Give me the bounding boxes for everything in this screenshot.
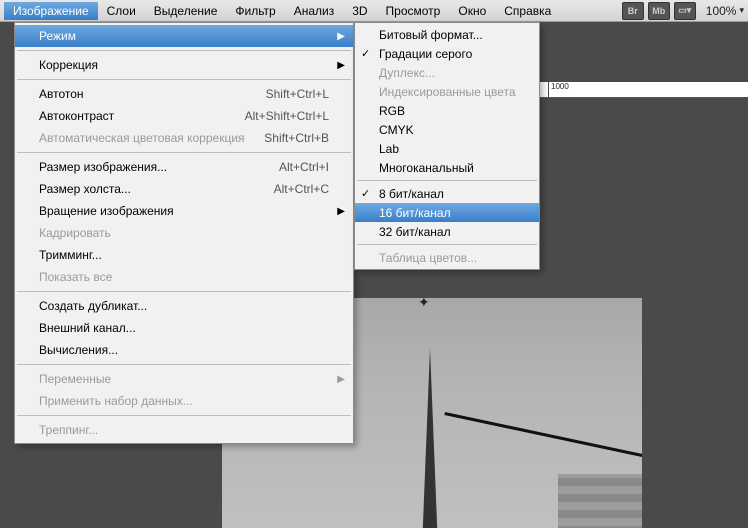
menu-item-label: Применить набор данных...: [39, 394, 329, 408]
image-pixelated-region: [558, 474, 642, 528]
menu-item-imagesize[interactable]: Размер изображения...Alt+Ctrl+I: [15, 156, 353, 178]
menu-item-label: Размер изображения...: [39, 160, 279, 174]
mode-item-colortable: Таблица цветов...: [355, 248, 539, 267]
screenmode-button[interactable]: ▭▾: [674, 2, 696, 20]
menu-item-label: Вычисления...: [39, 343, 329, 357]
menu-item-label: Кадрировать: [39, 226, 329, 240]
mode-item-lab[interactable]: Lab: [355, 139, 539, 158]
menu-item-label: Индексированные цвета: [379, 85, 516, 99]
mode-item-cmyk[interactable]: CMYK: [355, 120, 539, 139]
menu-item-correction[interactable]: Коррекция ▶: [15, 54, 353, 76]
menu-item-label: Внешний канал...: [39, 321, 329, 335]
menu-item-autocontrast[interactable]: АвтоконтрастAlt+Shift+Ctrl+L: [15, 105, 353, 127]
menu-item-applyimage[interactable]: Внешний канал...: [15, 317, 353, 339]
menu-select[interactable]: Выделение: [145, 2, 227, 20]
menu-shortcut: Alt+Ctrl+C: [274, 182, 329, 196]
image-content-cross: ✦: [418, 298, 430, 311]
menu-item-mode[interactable]: Режим ▶: [15, 25, 353, 47]
menu-item-label: Размер холста...: [39, 182, 274, 196]
menu-item-calculations[interactable]: Вычисления...: [15, 339, 353, 361]
menu-item-label: Тримминг...: [39, 248, 329, 262]
menu-item-variables: Переменные ▶: [15, 368, 353, 390]
mode-item-multichannel[interactable]: Многоканальный: [355, 158, 539, 177]
mode-item-indexed: Индексированные цвета: [355, 82, 539, 101]
mode-item-32bit[interactable]: 32 бит/канал: [355, 222, 539, 241]
image-menu-dropdown: Режим ▶ Коррекция ▶ АвтотонShift+Ctrl+L Ав…: [14, 22, 354, 444]
menu-item-label: Многоканальный: [379, 161, 474, 175]
menu-shortcut: Shift+Ctrl+L: [266, 87, 329, 101]
mode-item-bitmap[interactable]: Битовый формат...: [355, 25, 539, 44]
mode-submenu: Битовый формат... ✓ Градации серого Дупле…: [354, 22, 540, 270]
menu-analysis[interactable]: Анализ: [285, 2, 344, 20]
menu-item-label: CMYK: [379, 123, 414, 137]
menu-shortcut: Alt+Ctrl+I: [279, 160, 329, 174]
submenu-arrow-icon: ▶: [337, 31, 345, 42]
menu-layers[interactable]: Слои: [98, 2, 145, 20]
image-content-spire: [422, 348, 438, 528]
bridge-button[interactable]: Br: [622, 2, 644, 20]
menu-item-label: Градации серого: [379, 47, 472, 61]
menu-item-canvassize[interactable]: Размер холста...Alt+Ctrl+C: [15, 178, 353, 200]
submenu-arrow-icon: ▶: [337, 206, 345, 217]
zoom-level[interactable]: 100%▾: [706, 4, 744, 18]
mode-item-duotone: Дуплекс...: [355, 63, 539, 82]
menu-window[interactable]: Окно: [449, 2, 495, 20]
mode-item-8bit[interactable]: ✓ 8 бит/канал: [355, 184, 539, 203]
menu-3d[interactable]: 3D: [343, 2, 376, 20]
menu-item-revealall: Показать все: [15, 266, 353, 288]
menu-item-rotation[interactable]: Вращение изображения ▶: [15, 200, 353, 222]
menu-help[interactable]: Справка: [495, 2, 560, 20]
menu-item-label: RGB: [379, 104, 405, 118]
menu-image[interactable]: Изображение: [4, 2, 98, 20]
menu-shortcut: Alt+Shift+Ctrl+L: [245, 109, 329, 123]
chevron-down-icon: ▾: [739, 5, 744, 16]
menu-item-label: Вращение изображения: [39, 204, 329, 218]
menu-item-label: 32 бит/канал: [379, 225, 451, 239]
ruler-tick: 1000: [548, 82, 569, 97]
menu-item-label: Дуплекс...: [379, 66, 435, 80]
menu-item-duplicate[interactable]: Создать дубликат...: [15, 295, 353, 317]
menu-item-label: Режим: [39, 29, 329, 43]
film-icon: ▭: [678, 5, 687, 16]
menu-item-label: 8 бит/канал: [379, 187, 444, 201]
checkmark-icon: ✓: [361, 47, 370, 60]
submenu-arrow-icon: ▶: [337, 60, 345, 71]
menu-item-label: Битовый формат...: [379, 28, 483, 42]
menu-view[interactable]: Просмотр: [377, 2, 450, 20]
menu-item-autocolor: Автоматическая цветовая коррекцияShift+C…: [15, 127, 353, 149]
menu-item-label: Таблица цветов...: [379, 251, 477, 265]
menu-item-crop: Кадрировать: [15, 222, 353, 244]
zoom-value: 100%: [706, 4, 737, 18]
submenu-arrow-icon: ▶: [337, 374, 345, 385]
menu-item-label: Создать дубликат...: [39, 299, 329, 313]
menu-item-label: Lab: [379, 142, 399, 156]
menu-item-autotone[interactable]: АвтотонShift+Ctrl+L: [15, 83, 353, 105]
menu-item-label: 16 бит/канал: [379, 206, 451, 220]
mode-item-16bit[interactable]: 16 бит/канал: [355, 203, 539, 222]
minibridge-button[interactable]: Mb: [648, 2, 670, 20]
mode-item-rgb[interactable]: RGB: [355, 101, 539, 120]
menu-item-label: Автоматическая цветовая коррекция: [39, 131, 264, 145]
checkmark-icon: ✓: [361, 187, 370, 200]
menu-filter[interactable]: Фильтр: [226, 2, 284, 20]
mode-item-grayscale[interactable]: ✓ Градации серого: [355, 44, 539, 63]
chevron-down-icon: ▾: [687, 5, 692, 16]
menu-item-applydataset: Применить набор данных...: [15, 390, 353, 412]
menu-item-label: Автоконтраст: [39, 109, 245, 123]
menu-item-trap: Треппинг...: [15, 419, 353, 441]
menu-item-label: Показать все: [39, 270, 329, 284]
menubar: Изображение Слои Выделение Фильтр Анализ…: [0, 0, 748, 22]
annotation-arrow: [444, 412, 642, 467]
menu-item-label: Переменные: [39, 372, 329, 386]
menu-item-label: Коррекция: [39, 58, 329, 72]
menu-item-trim[interactable]: Тримминг...: [15, 244, 353, 266]
menu-item-label: Треппинг...: [39, 423, 329, 437]
menu-item-label: Автотон: [39, 87, 266, 101]
menu-shortcut: Shift+Ctrl+B: [264, 131, 329, 145]
